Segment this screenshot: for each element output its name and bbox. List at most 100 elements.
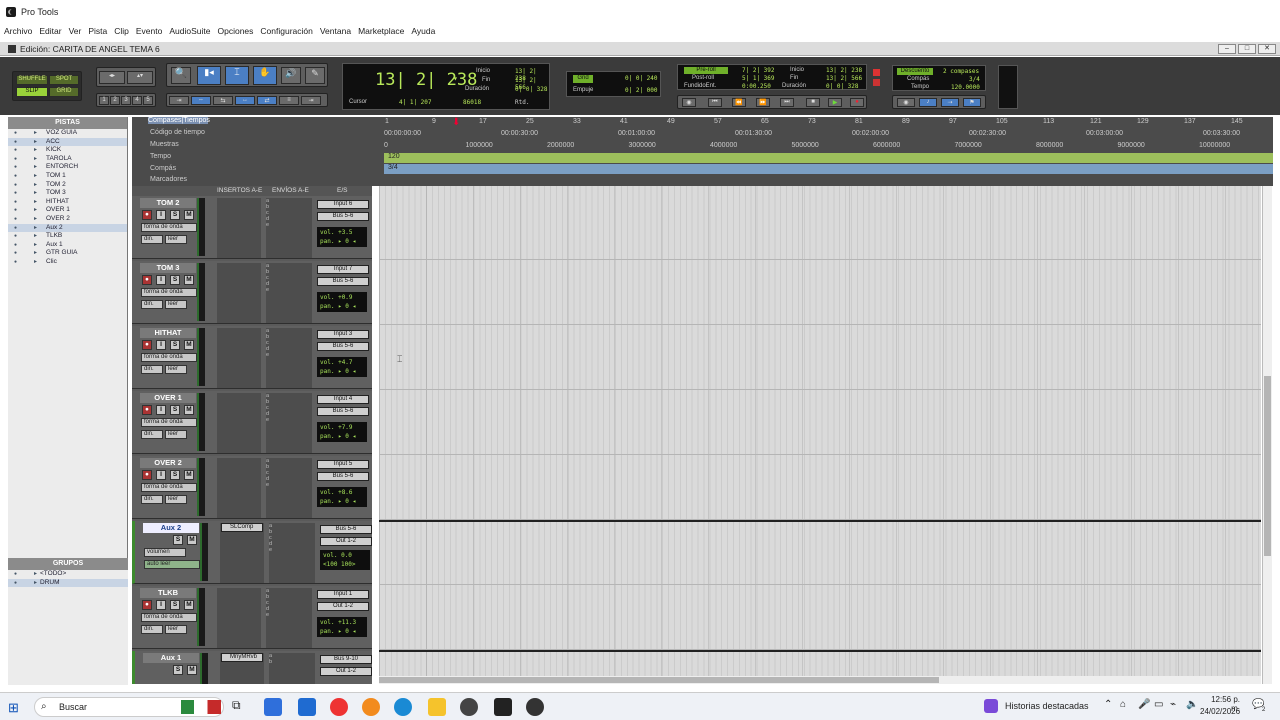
volume-pan-display[interactable]: vol. +7.9 pan. ▸ 0 ◂ [317,422,367,442]
countoff-value[interactable]: 2 compases [943,68,979,75]
vertical-scroll-thumb[interactable] [1264,376,1271,556]
horizontal-scroll-thumb[interactable] [379,677,939,683]
preroll-button[interactable]: Pre-roll [684,67,728,74]
inserts-column[interactable] [217,393,261,453]
output-selector[interactable]: Bus 5-6 [317,472,369,481]
metronome-icon[interactable]: ♪ [919,98,937,107]
zoomer-tool-icon[interactable]: 🔍 [171,67,191,84]
sends-header[interactable]: ENVÍOS A-E [272,187,309,194]
nudge-label[interactable]: Empuje [573,87,593,93]
mute-button[interactable]: M [184,210,194,220]
menu-archivo[interactable]: Archivo [4,26,32,36]
countoff-button[interactable]: Descuento [897,68,933,75]
keyboard-focus-icon[interactable]: ≡ [279,96,299,105]
maximize-button[interactable]: □ [1238,44,1256,54]
track-list-item[interactable]: TOM 1 [8,172,127,181]
meter-value[interactable]: 3/4 [969,76,980,83]
go-to-end-icon[interactable]: ⏭ [780,98,794,107]
pan-value[interactable]: ▸ 0 ◂ [338,238,356,245]
input-monitor-button[interactable]: I [156,210,166,220]
track-lane[interactable] [379,455,1261,520]
pro-tools-taskbar-icon[interactable] [460,698,478,716]
volume-pan-display[interactable]: vol. +4.7 pan. ▸ 0 ◂ [317,357,367,377]
track-lane[interactable] [379,186,1261,260]
playlist-selector[interactable]: din. [141,235,163,244]
task-view-icon[interactable]: ⧉ [232,698,250,716]
fade-value[interactable]: 0:00.250 [742,83,771,90]
microphone-icon[interactable]: 🎤 [1138,699,1150,710]
view-selector[interactable]: forma de onda [141,613,197,622]
news-icon[interactable] [984,699,998,713]
automation-mode[interactable]: leer [165,300,187,309]
fast-forward-icon[interactable]: ⏩ [756,98,770,107]
track-list-item[interactable]: Aux 2 [8,223,127,233]
mirror-midi-icon[interactable]: ⇄ [257,96,277,105]
firefox-icon[interactable] [362,698,380,716]
tray-chevron-icon[interactable]: ⌃ [1104,699,1112,710]
meter-marker[interactable]: 3/4 [388,164,398,171]
play-icon[interactable]: ▶ [828,98,842,107]
record-icon[interactable]: ● [850,98,864,107]
track-list-item[interactable]: TAROLA [8,155,127,164]
send-slot[interactable]: e [266,352,312,358]
sends-column[interactable]: a b c d e [266,393,312,453]
output-selector[interactable]: Out 1-2 [320,537,372,546]
clock-date[interactable]: 24/02/2026 [1200,707,1240,716]
pan-value[interactable]: ▸ 0 ◂ [338,303,356,310]
view-selector[interactable]: forma de onda [141,483,197,492]
insert-plugin[interactable]: MnyMRvb [221,653,263,662]
automation-mode[interactable]: leer [165,430,187,439]
automation-mode[interactable]: leer [165,365,187,374]
track-list-item[interactable]: ENTORCH [8,163,127,172]
link-track-icon[interactable]: ⇆ [213,96,233,105]
send-slot[interactable]: e [266,482,312,488]
output-selector[interactable]: Bus 5-6 [317,407,369,416]
tracks-panel-header[interactable]: PISTAS [8,117,127,129]
send-slot[interactable]: e [266,222,312,228]
inserts-column[interactable]: SLComp [220,523,264,583]
send-slot[interactable]: e [266,417,312,423]
group-item[interactable]: <TODO> [8,570,128,579]
menu-ver[interactable]: Ver [69,26,82,36]
spot-mode-button[interactable]: SPOT [49,75,79,85]
mute-button[interactable]: M [184,600,194,610]
inserts-column[interactable] [217,328,261,388]
inserts-column[interactable] [217,458,261,518]
zoom-preset-3[interactable]: 3 [121,96,131,105]
main-counter-value[interactable]: 13| 2| 238 [375,70,477,90]
link-timeline-icon[interactable]: ⇔ [191,96,211,105]
input-monitor-button[interactable]: I [156,405,166,415]
zoom-preset-4[interactable]: 4 [132,96,142,105]
volume-icon[interactable]: 🔈 [1186,699,1198,710]
tray-monitor-icon[interactable]: ▭ [1154,699,1163,710]
pencil-tool-icon[interactable]: ✎ [305,67,325,84]
record-arm-button[interactable]: ● [142,275,152,285]
track-list-item[interactable]: OVER 1 [8,206,127,215]
timecode-ruler-label[interactable]: Código de tiempo [150,129,205,136]
pan-value[interactable]: ▸ 0 ◂ [338,368,356,375]
menu-evento[interactable]: Evento [136,26,162,36]
solo-button[interactable]: S [170,340,180,350]
track-list-item[interactable]: Clic [8,258,127,267]
transport-duracion-value[interactable]: 0| 0| 328 [826,83,859,90]
input-selector[interactable]: Input 6 [317,200,369,209]
horizontal-scrollbar[interactable] [379,676,1261,684]
send-slot[interactable]: e [266,612,312,618]
counter-arrow-icon[interactable]: ▾ [453,74,458,83]
selector-tool-icon[interactable]: ⌶ [225,66,249,85]
output-selector[interactable]: Bus 5-6 [317,277,369,286]
input-monitor-button[interactable]: I [156,340,166,350]
grid-value[interactable]: 0| 0| 240 [625,75,658,82]
solo-button[interactable]: S [170,210,180,220]
menu-marketplace[interactable]: Marketplace [358,26,404,36]
menu-ayuda[interactable]: Ayuda [411,26,435,36]
input-selector[interactable]: Input 3 [317,330,369,339]
menu-opciones[interactable]: Opciones [217,26,253,36]
bars-beats-ruler-label[interactable]: Compases|Tiempos [148,117,210,124]
sends-column[interactable]: a b c d e [266,458,312,518]
track-name[interactable]: TLKB [140,588,196,598]
zoom-toggle-icon[interactable]: ⇥ [301,96,321,105]
edit-timeline[interactable]: ⌶ [379,186,1261,684]
groups-panel-header[interactable]: GRUPOS [8,558,128,570]
vol-value[interactable]: +3.5 [338,229,352,236]
